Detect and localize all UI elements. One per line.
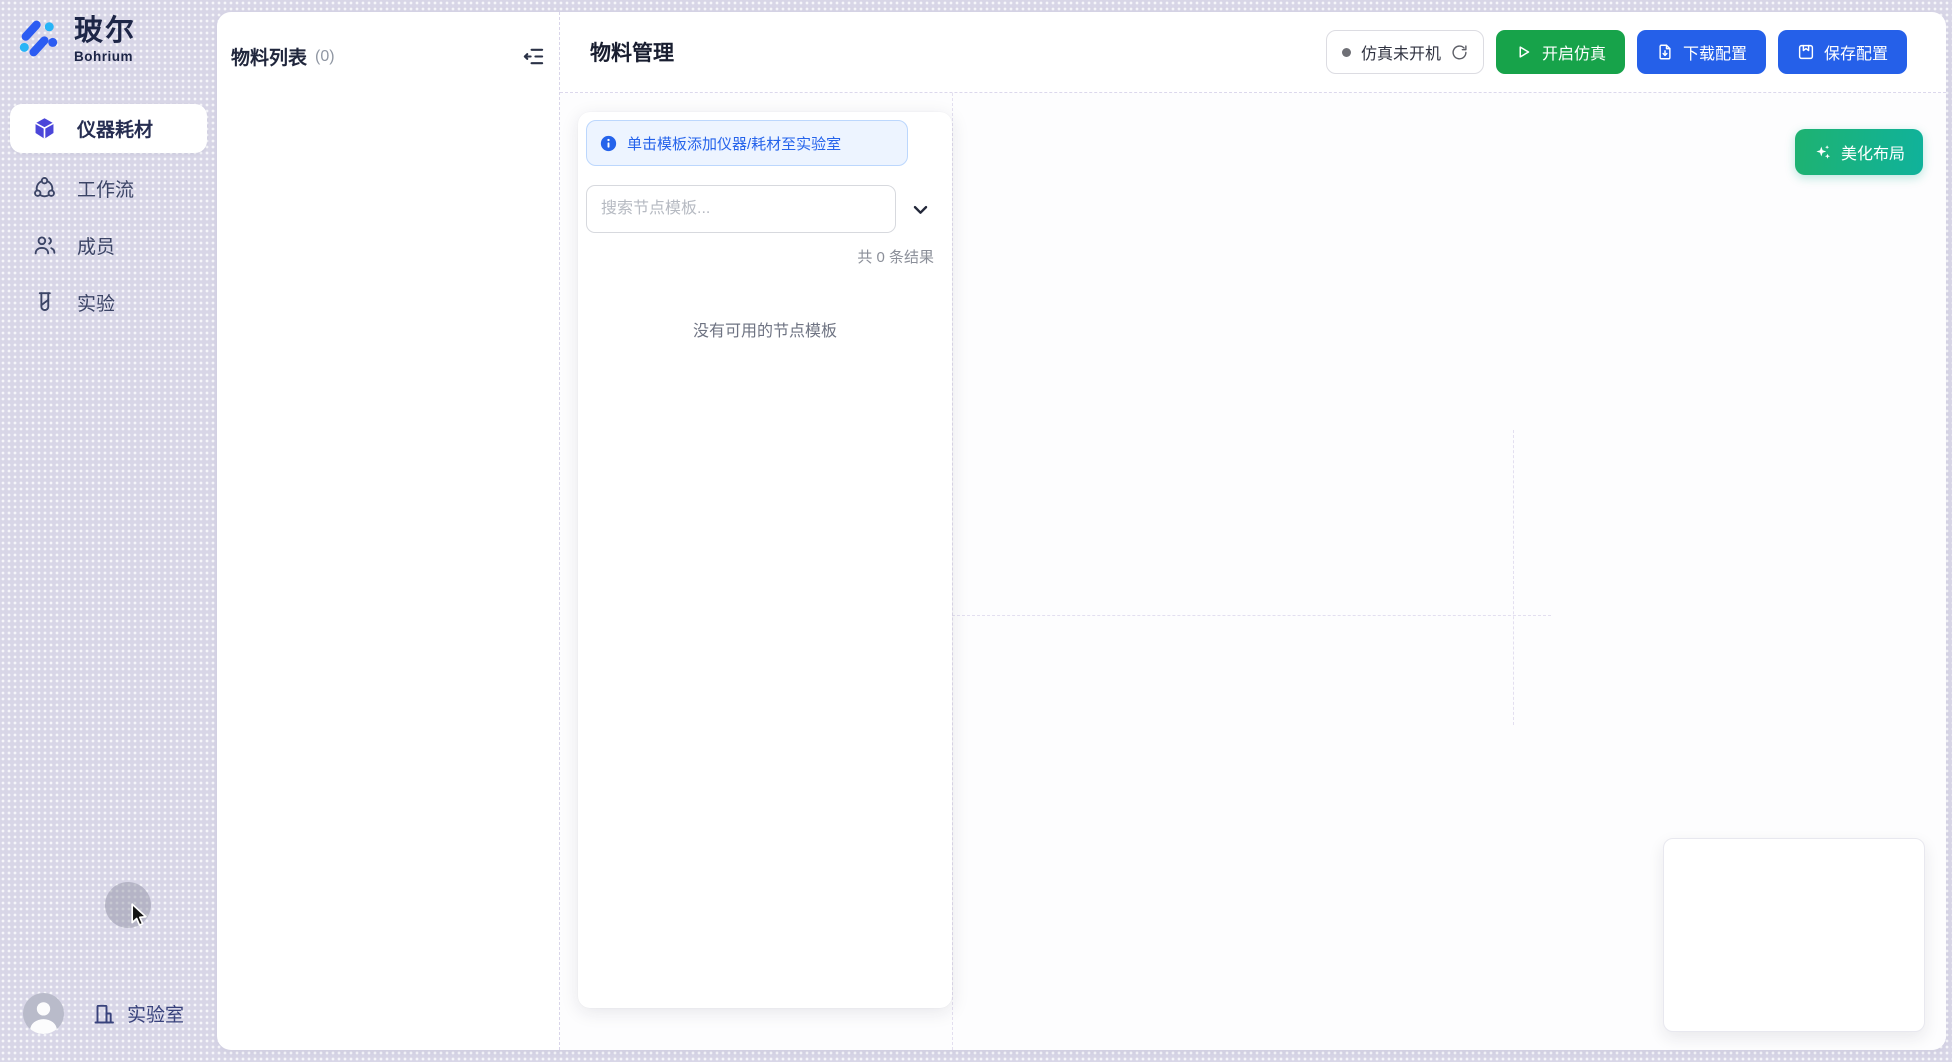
flow-canvas: 单击模板添加仪器/耗材至实验室 共 0 条结果 没有可用的节点模板 xyxy=(560,93,1946,1050)
beautify-layout-button[interactable]: 美化布局 xyxy=(1795,129,1923,175)
material-list-count: (0) xyxy=(315,48,335,66)
page-header: 物料管理 仿真未开机 xyxy=(560,12,1946,93)
save-icon xyxy=(1797,43,1815,61)
file-download-icon xyxy=(1656,43,1674,61)
info-icon xyxy=(600,135,617,152)
brand-name-zh: 玻尔 xyxy=(74,16,136,48)
canvas-guide-line xyxy=(952,93,953,1050)
sidebar-item-label: 成员 xyxy=(77,232,115,259)
material-list-title: 物料列表 xyxy=(231,43,307,70)
brand-name-en: Bohrium xyxy=(74,49,136,64)
collapse-panel-icon[interactable] xyxy=(522,45,545,68)
save-config-button[interactable]: 保存配置 xyxy=(1778,30,1907,74)
user-avatar[interactable] xyxy=(23,993,64,1034)
page-title: 物料管理 xyxy=(590,37,674,67)
sidebar-item-label: 工作流 xyxy=(77,175,134,202)
download-config-button[interactable]: 下载配置 xyxy=(1637,30,1766,74)
cube-icon xyxy=(32,116,57,141)
node-template-palette: 单击模板添加仪器/耗材至实验室 共 0 条结果 没有可用的节点模板 xyxy=(578,112,952,1008)
chevron-down-icon[interactable] xyxy=(911,200,930,219)
brand-logo: 玻尔 Bohrium xyxy=(16,16,136,64)
sidebar-item-experiment[interactable]: 实验 xyxy=(10,277,207,327)
search-result-count: 共 0 条结果 xyxy=(586,246,944,267)
sidebar-item-workflow[interactable]: 工作流 xyxy=(10,163,207,213)
mouse-cursor xyxy=(126,901,153,933)
canvas-guide-line xyxy=(1513,430,1514,725)
sidebar: 玻尔 Bohrium 仪器耗材 工作流 xyxy=(0,0,215,1062)
content-card: 物料列表 (0) 物料管理 仿真未开机 xyxy=(217,12,1946,1050)
start-simulation-button[interactable]: 开启仿真 xyxy=(1496,30,1625,74)
sparkles-icon xyxy=(1813,143,1832,162)
info-banner: 单击模板添加仪器/耗材至实验室 xyxy=(586,120,908,166)
refresh-icon[interactable] xyxy=(1451,44,1468,61)
members-icon xyxy=(32,233,57,258)
start-simulation-label: 开启仿真 xyxy=(1542,40,1606,64)
header-actions: 仿真未开机 开启仿真 xyxy=(1326,30,1907,74)
play-icon xyxy=(1515,43,1533,61)
sidebar-item-instruments[interactable]: 仪器耗材 xyxy=(10,104,207,153)
empty-templates-message: 没有可用的节点模板 xyxy=(586,317,944,341)
workspace-switcher[interactable]: 实验室 xyxy=(92,1000,184,1027)
template-search-input[interactable] xyxy=(586,185,896,233)
beautify-layout-label: 美化布局 xyxy=(1841,140,1905,164)
sidebar-item-label: 仪器耗材 xyxy=(77,115,153,142)
bohrium-logo-icon xyxy=(16,17,61,62)
canvas-guide-line xyxy=(952,615,1551,616)
download-config-label: 下载配置 xyxy=(1683,40,1747,64)
material-list-panel: 物料列表 (0) xyxy=(217,12,560,1050)
info-banner-text: 单击模板添加仪器/耗材至实验室 xyxy=(627,133,841,154)
status-dot xyxy=(1342,48,1351,57)
status-label: 仿真未开机 xyxy=(1361,40,1441,64)
sidebar-item-members[interactable]: 成员 xyxy=(10,220,207,270)
building-icon xyxy=(92,1002,116,1026)
test-tube-icon xyxy=(32,290,57,315)
sidebar-item-label: 实验 xyxy=(77,289,115,316)
workflow-icon xyxy=(32,176,57,201)
canvas-minimap[interactable] xyxy=(1663,838,1925,1032)
workspace-label: 实验室 xyxy=(127,1000,184,1027)
simulation-status-pill[interactable]: 仿真未开机 xyxy=(1326,30,1484,74)
save-config-label: 保存配置 xyxy=(1824,40,1888,64)
app-root: 玻尔 Bohrium 仪器耗材 工作流 xyxy=(0,0,1952,1062)
